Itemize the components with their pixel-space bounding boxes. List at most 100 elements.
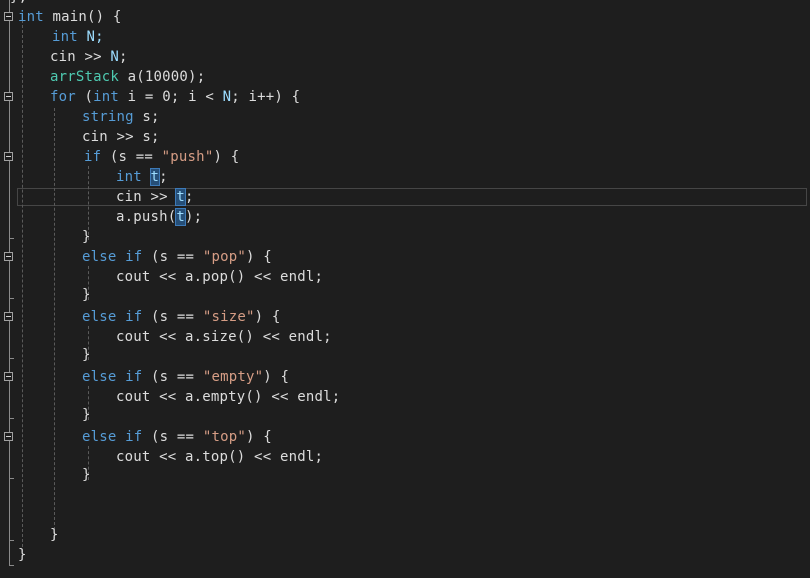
code-token: ; [19, 0, 28, 5]
code-token: arrStack [50, 69, 120, 85]
code-token: ; [119, 49, 128, 65]
code-line[interactable]: if (s == "push") { [84, 147, 239, 167]
code-token: } [18, 547, 27, 563]
code-token: int [18, 9, 44, 25]
code-token: else if [82, 309, 143, 325]
code-token: } [82, 347, 91, 363]
code-line[interactable]: for (int i = 0; i < N; i++) { [50, 87, 300, 107]
fold-end-marker [9, 565, 14, 566]
fold-collapse-icon[interactable] [4, 432, 13, 441]
code-line[interactable]: cout << a.pop() << endl; [116, 267, 323, 287]
code-token: N; [77, 29, 104, 45]
fold-collapse-icon[interactable] [4, 92, 13, 101]
code-token: ; [159, 169, 168, 185]
code-token: main() { [43, 9, 122, 25]
code-token: cin [82, 129, 108, 145]
fold-end-marker [9, 478, 14, 479]
code-token: else if [82, 249, 143, 265]
code-line[interactable]: } [82, 465, 91, 485]
code-token: } [82, 467, 91, 483]
fold-collapse-icon[interactable] [4, 12, 13, 21]
code-token: } [82, 229, 91, 245]
code-token: cin [116, 189, 142, 205]
code-token: cin [50, 49, 76, 65]
code-token: } [82, 287, 91, 303]
code-token: cout [116, 329, 151, 345]
code-token: << a.size() << endl; [150, 329, 332, 345]
code-line[interactable]: int N; [52, 27, 104, 47]
code-token: s; [133, 109, 160, 125]
code-token: ) { [245, 249, 272, 265]
code-token: ); [185, 209, 203, 225]
code-token: >> [75, 49, 111, 65]
code-token: (s == [142, 309, 203, 325]
code-token: cout [116, 269, 151, 285]
code-line[interactable]: cin >> s; [82, 127, 160, 147]
fold-collapse-icon[interactable] [4, 152, 13, 161]
code-token: if [84, 149, 102, 165]
code-line[interactable]: int t; [116, 167, 168, 187]
fold-end-marker [9, 540, 14, 541]
code-line[interactable]: else if (s == "top") { [82, 427, 272, 447]
fold-end-marker [9, 298, 14, 299]
highlighted-symbol: t [175, 208, 187, 226]
code-line[interactable]: } [82, 405, 91, 425]
code-token: "empty" [202, 369, 264, 385]
indent-guide [22, 20, 23, 552]
fold-collapse-icon[interactable] [4, 312, 13, 321]
code-line[interactable]: cout << a.size() << endl; [116, 327, 332, 347]
code-line[interactable]: cout << a.top() << endl; [116, 447, 323, 467]
code-token: << a.pop() << endl; [150, 269, 324, 285]
code-line[interactable]: } [18, 545, 27, 565]
code-editor[interactable]: };int main() {int N;cin >> N;arrStack a(… [0, 0, 810, 578]
highlighted-symbol: t [175, 188, 187, 206]
code-line[interactable]: int main() { [18, 7, 122, 27]
code-token: } [82, 407, 91, 423]
code-line[interactable]: else if (s == "size") { [82, 307, 280, 327]
code-token: cout [116, 389, 151, 405]
code-line[interactable]: } [50, 525, 59, 545]
code-line[interactable]: arrStack a(10000); [50, 67, 205, 87]
code-line[interactable]: cout << a.empty() << endl; [116, 387, 340, 407]
fold-collapse-icon[interactable] [4, 252, 13, 261]
fold-collapse-icon[interactable] [4, 372, 13, 381]
code-token: } [10, 0, 19, 5]
code-line[interactable]: a.push(t); [116, 207, 202, 227]
code-token: (s == [142, 369, 203, 385]
code-token: else if [82, 369, 143, 385]
code-line[interactable]: cin >> N; [50, 47, 128, 67]
code-token: } [50, 527, 59, 543]
code-token: a.push( [116, 209, 177, 225]
code-token: for [50, 89, 76, 105]
code-line[interactable]: } [82, 227, 91, 247]
code-line[interactable]: }; [10, 0, 27, 7]
code-token: ) { [263, 369, 290, 385]
code-token: (s == [142, 429, 203, 445]
code-line[interactable]: else if (s == "empty") { [82, 367, 289, 387]
code-token: "pop" [202, 249, 246, 265]
code-token: >> [141, 189, 177, 205]
indent-guide [54, 108, 55, 540]
code-token: "push" [161, 149, 214, 165]
code-token: ; [185, 189, 194, 205]
code-token: ; i++) { [231, 89, 301, 105]
code-token: (s == [142, 249, 203, 265]
code-token: ( [75, 89, 94, 105]
code-token: N [222, 89, 232, 105]
code-token: int [52, 29, 78, 45]
code-token: "size" [202, 309, 255, 325]
code-token: int [93, 89, 120, 105]
gutter-line [9, 0, 10, 565]
code-token: << a.top() << endl; [150, 449, 324, 465]
code-line[interactable]: cin >> t; [116, 187, 194, 207]
code-line[interactable]: else if (s == "pop") { [82, 247, 272, 267]
code-token: ) { [254, 309, 281, 325]
code-line[interactable]: } [82, 345, 91, 365]
code-line[interactable]: } [82, 285, 91, 305]
code-token: ) { [213, 149, 240, 165]
code-token: a(10000); [119, 69, 206, 85]
highlighted-symbol: t [149, 168, 161, 186]
code-token: N [110, 49, 120, 65]
code-line[interactable]: string s; [82, 107, 160, 127]
code-token: << a.empty() << endl; [150, 389, 341, 405]
